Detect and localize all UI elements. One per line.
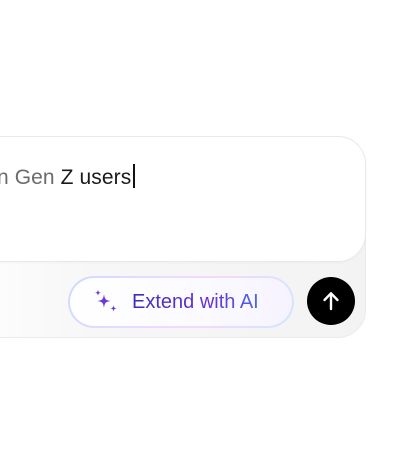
sparkles-icon (94, 289, 117, 312)
extend-with-ai-button[interactable]: Extend with AI (68, 276, 294, 328)
extend-with-ai-label: Extend with AI (132, 291, 259, 313)
extend-with-ai-button-inner: Extend with AI (70, 278, 292, 326)
arrow-up-icon (323, 292, 339, 311)
prompt-text: n Gen Z users (0, 163, 136, 193)
text-caret (133, 164, 136, 188)
composer-card: n Gen Z users Extend with AI (0, 136, 366, 338)
send-button[interactable] (307, 277, 355, 325)
prompt-input[interactable]: n Gen Z users (0, 136, 366, 262)
chat-composer-stage: n Gen Z users Extend with AI (0, 0, 420, 475)
prompt-text-strong: Z users (60, 166, 132, 189)
prompt-text-faded: n Gen (0, 166, 61, 189)
